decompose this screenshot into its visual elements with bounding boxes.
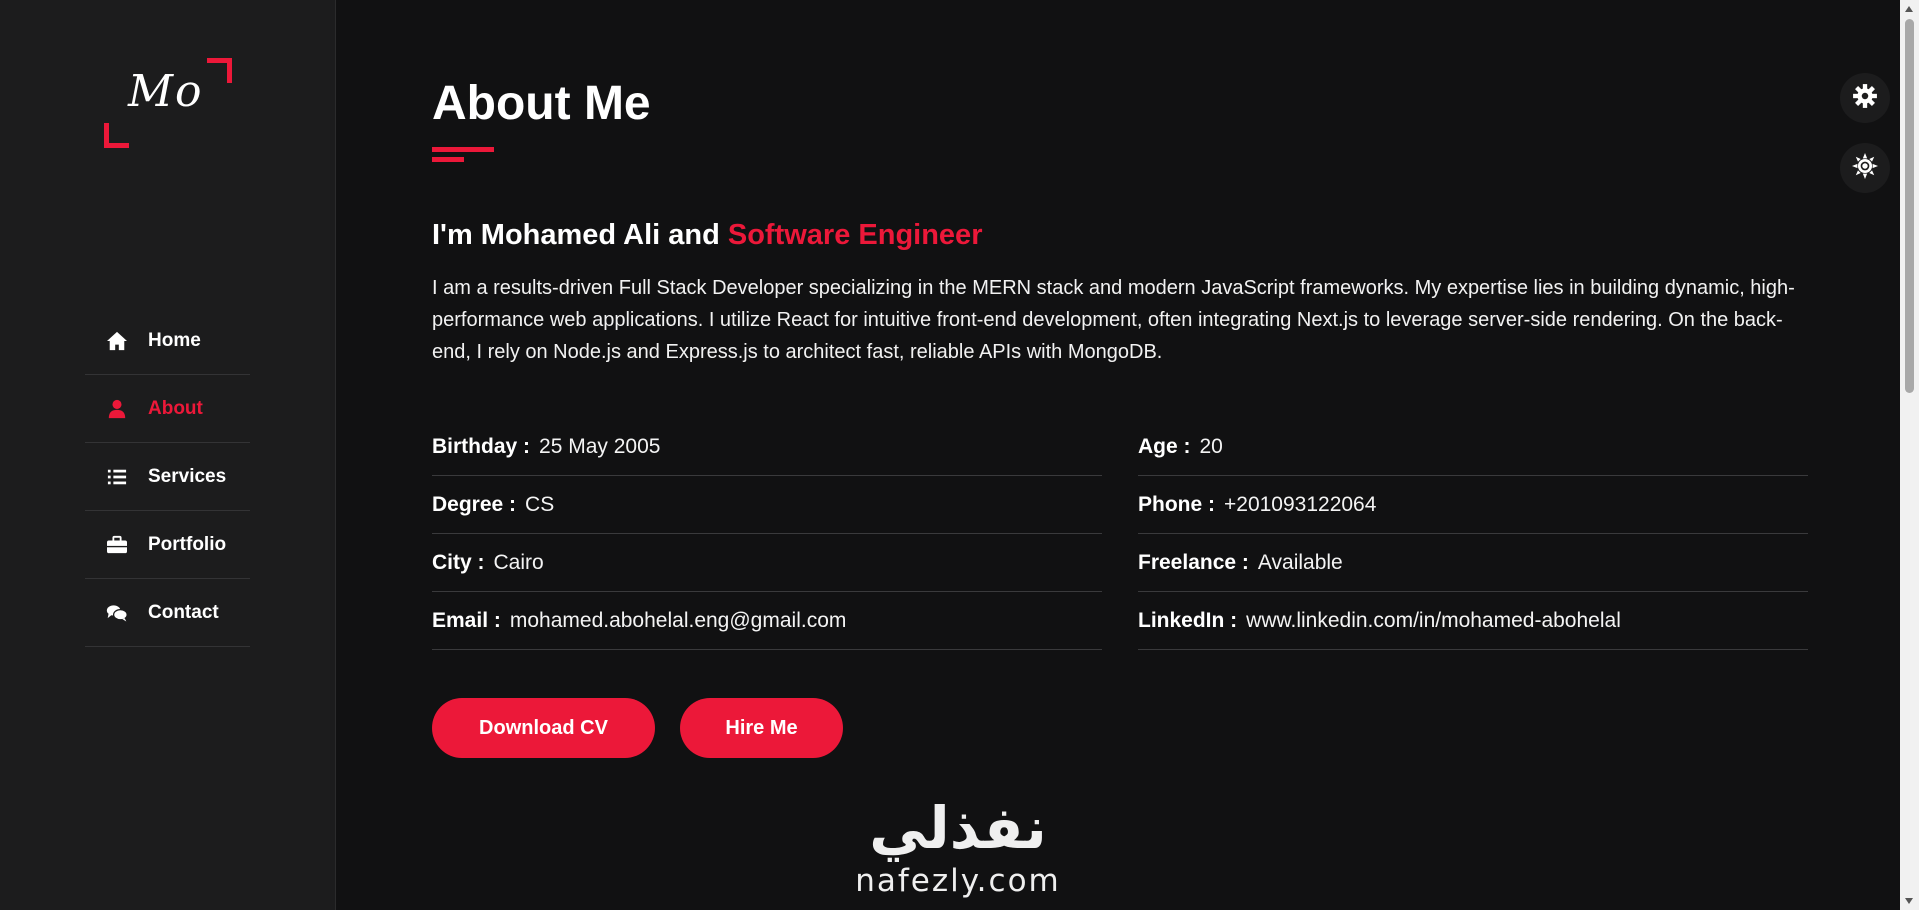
- info-row-age: Age : 20: [1138, 418, 1808, 476]
- home-icon: [105, 331, 129, 351]
- title-underline-short: [432, 157, 464, 162]
- info-value: +201093122064: [1224, 492, 1377, 516]
- list-icon: [105, 467, 129, 487]
- watermark-latin: nafezly.com: [855, 863, 1061, 899]
- comments-icon: [105, 603, 129, 623]
- info-label: Phone :: [1138, 492, 1215, 516]
- info-list-left: Birthday : 25 May 2005 Degree : CS City …: [432, 418, 1102, 650]
- nav-item-label: Home: [148, 329, 201, 351]
- info-label: City :: [432, 550, 485, 574]
- nav-item-home[interactable]: Home: [85, 307, 250, 375]
- info-list-right: Age : 20 Phone : +201093122064 Freelance…: [1138, 418, 1808, 650]
- info-value: www.linkedin.com/in/mohamed-abohelal: [1246, 608, 1621, 632]
- nav-item-services[interactable]: Services: [85, 443, 250, 511]
- sidebar: Mo Home About Services Portfolio Contact: [0, 0, 336, 910]
- info-value: Cairo: [493, 550, 544, 574]
- info-row-linkedin: LinkedIn : www.linkedin.com/in/mohamed-a…: [1138, 592, 1808, 650]
- sun-icon: [1852, 152, 1878, 184]
- hire-me-button[interactable]: Hire Me: [680, 698, 843, 758]
- watermark: نفذلي nafezly.com: [848, 795, 1068, 910]
- info-row-birthday: Birthday : 25 May 2005: [432, 418, 1102, 476]
- info-value: Available: [1257, 550, 1343, 574]
- user-icon: [105, 399, 129, 419]
- info-label: Degree :: [432, 492, 517, 516]
- intro-prefix: I'm Mohamed Ali and: [432, 219, 728, 251]
- logo-corner-bottom-left: [104, 123, 129, 148]
- info-label: Freelance :: [1138, 550, 1249, 574]
- info-row-email: Email : mohamed.abohelal.eng@gmail.com: [432, 592, 1102, 650]
- info-value: 25 May 2005: [539, 434, 661, 458]
- watermark-arabic: نفذلي: [869, 794, 1047, 862]
- main-nav: Home About Services Portfolio Contact: [85, 307, 250, 647]
- nav-item-label: About: [148, 397, 203, 419]
- nav-item-label: Services: [148, 465, 227, 487]
- page-title: About Me: [432, 77, 651, 130]
- nav-item-portfolio[interactable]: Portfolio: [85, 511, 250, 579]
- download-cv-button[interactable]: Download CV: [432, 698, 655, 758]
- briefcase-icon: [105, 535, 129, 555]
- scrollbar[interactable]: [1900, 0, 1919, 910]
- info-label: LinkedIn :: [1138, 608, 1238, 632]
- logo[interactable]: Mo: [104, 58, 232, 148]
- scrollbar-thumb[interactable]: [1905, 19, 1914, 393]
- gear-icon: [1852, 83, 1878, 114]
- nav-item-label: Portfolio: [148, 533, 227, 555]
- nav-item-contact[interactable]: Contact: [85, 579, 250, 647]
- info-label: Birthday :: [432, 434, 531, 458]
- nav-item-label: Contact: [148, 601, 219, 623]
- intro-role: Software Engineer: [727, 219, 983, 251]
- scroll-down-arrow[interactable]: [1905, 898, 1913, 904]
- info-value: mohamed.abohelal.eng@gmail.com: [509, 608, 847, 632]
- info-row-phone: Phone : +201093122064: [1138, 476, 1808, 534]
- scroll-up-arrow[interactable]: [1905, 6, 1913, 12]
- logo-text: Mo: [128, 66, 204, 117]
- info-row-city: City : Cairo: [432, 534, 1102, 592]
- title-underline: [432, 147, 494, 152]
- logo-corner-top-right: [207, 58, 232, 83]
- info-row-degree: Degree : CS: [432, 476, 1102, 534]
- info-label: Age :: [1138, 434, 1191, 458]
- nav-item-about[interactable]: About: [85, 375, 250, 443]
- settings-button[interactable]: [1840, 73, 1890, 123]
- bio-text: I am a results-driven Full Stack Develop…: [432, 277, 1795, 363]
- theme-toggle-button[interactable]: [1840, 143, 1890, 193]
- intro-heading: I'm Mohamed Ali and Software Engineer: [432, 219, 982, 252]
- info-value: 20: [1199, 434, 1223, 458]
- info-label: Email :: [432, 608, 501, 632]
- info-value: CS: [525, 492, 555, 516]
- info-row-freelance: Freelance : Available: [1138, 534, 1808, 592]
